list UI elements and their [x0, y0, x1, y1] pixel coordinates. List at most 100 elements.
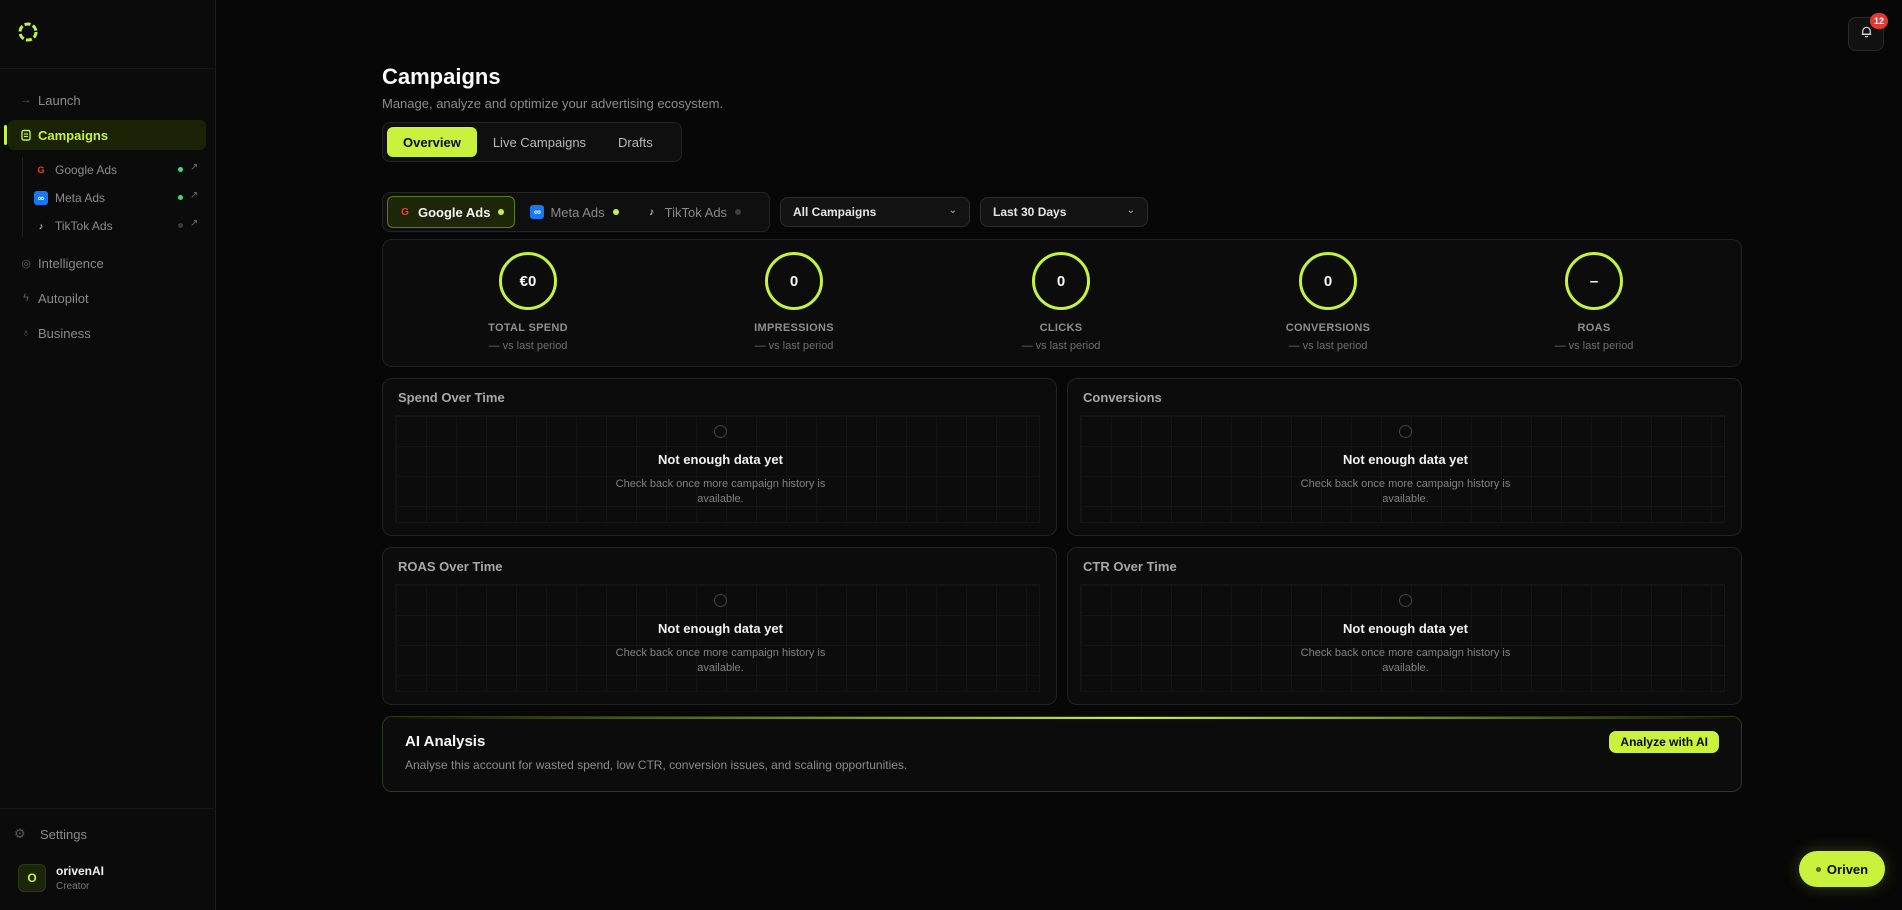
external-link-icon[interactable]: ↗ [190, 218, 198, 229]
sidebar-item-intelligence[interactable]: ◎ Intelligence [8, 248, 206, 278]
kpi-value: 0 [1299, 252, 1357, 310]
sidebar-subitem-google-ads[interactable]: G Google Ads ↗ [34, 159, 204, 181]
date-range-select-value: Last 30 Days [993, 205, 1067, 219]
chart-title: Conversions [1083, 390, 1162, 405]
kpi-value: 0 [765, 252, 823, 310]
status-dot [178, 223, 183, 228]
chart-card-conversions: Conversions Not enough data yet Check ba… [1067, 378, 1742, 536]
external-link-icon[interactable]: ↗ [190, 190, 198, 201]
meta-icon: ∞ [34, 191, 48, 205]
clock-icon [714, 594, 727, 607]
arrow-right-icon: → [20, 94, 32, 106]
clock-icon [1399, 425, 1412, 438]
sidebar-item-label: Autopilot [38, 290, 89, 306]
app-logo-icon[interactable] [16, 20, 40, 44]
bolt-icon: ϟ [23, 292, 29, 304]
sidebar-subitem-label: TikTok Ads [55, 219, 113, 233]
tab-drafts[interactable]: Drafts [602, 127, 669, 157]
sidebar-subitem-meta-ads[interactable]: ∞ Meta Ads ↗ [34, 187, 204, 209]
empty-state-title: Not enough data yet [1343, 621, 1468, 636]
sidebar-item-autopilot[interactable]: ϟ Autopilot [8, 283, 206, 313]
sidebar-subitem-tiktok-ads[interactable]: ♪ TikTok Ads ↗ [34, 215, 204, 237]
status-dot [178, 195, 183, 200]
platform-tab-tiktok-ads[interactable]: ♪ TikTok Ads [634, 196, 752, 228]
kpi-impressions: 0 IMPRESSIONS — vs last period [694, 252, 894, 352]
platform-tab-google-ads[interactable]: G Google Ads [387, 196, 516, 228]
chart-card-ctr-over-time: CTR Over Time Not enough data yet Check … [1067, 547, 1742, 705]
meta-icon: ∞ [530, 205, 545, 219]
chevron-down-icon: ⌄ [948, 205, 957, 216]
kpi-value: 0 [1032, 252, 1090, 310]
tab-live-campaigns[interactable]: Live Campaigns [477, 127, 602, 157]
google-icon: G [401, 206, 409, 218]
tiktok-icon: ♪ [38, 221, 44, 231]
analyze-with-ai-button[interactable]: Analyze with AI [1609, 731, 1719, 753]
sidebar: → Launch Campaigns G Google Ads ↗ ∞ Meta… [0, 0, 216, 910]
kpi-label: CONVERSIONS [1285, 322, 1371, 334]
campaign-select[interactable]: All Campaigns ⌄ [780, 197, 970, 227]
page-title: Campaigns [382, 64, 501, 89]
avatar: O [18, 864, 46, 892]
divider [0, 68, 216, 69]
empty-state-title: Not enough data yet [658, 452, 783, 467]
kpi-delta: — vs last period [754, 340, 834, 352]
kpi-label: ROAS [1577, 322, 1611, 334]
chart-card-spend-over-time: Spend Over Time Not enough data yet Chec… [382, 378, 1057, 536]
sidebar-subitem-label: Google Ads [55, 163, 118, 177]
tree-line [22, 157, 23, 237]
external-link-icon[interactable]: ↗ [190, 162, 198, 173]
ai-analysis-card: AI Analysis Analyse this account for was… [382, 716, 1742, 792]
status-dot [498, 209, 505, 215]
chevron-down-icon: ⌄ [1126, 205, 1135, 216]
empty-state-text: Check back once more campaign history is… [1300, 647, 1511, 674]
user-profile[interactable]: O orivenAI Creator [18, 864, 104, 892]
ai-analysis-title: AI Analysis [405, 733, 486, 750]
assistant-button-label: Oriven [1826, 861, 1869, 877]
settings-button[interactable]: ⚙ Settings [14, 826, 87, 842]
sidebar-item-launch[interactable]: → Launch [8, 85, 206, 115]
empty-state-text: Check back once more campaign history is… [1300, 478, 1511, 505]
sidebar-item-label: Intelligence [38, 255, 104, 271]
kpi-delta: — vs last period [488, 340, 568, 352]
chart-title: ROAS Over Time [398, 559, 503, 574]
platform-tab-label: Meta Ads [550, 204, 605, 220]
sidebar-item-business[interactable]: ♁ Business [8, 318, 206, 348]
gear-icon: ⚙ [14, 826, 26, 841]
clock-icon [714, 425, 727, 438]
user-name: orivenAI [56, 864, 105, 878]
status-dot [612, 209, 619, 215]
sidebar-item-campaigns[interactable]: Campaigns [4, 120, 206, 150]
kpi-label: IMPRESSIONS [754, 322, 834, 334]
kpi-label: CLICKS [1039, 322, 1083, 334]
view-tabs: Overview Live Campaigns Drafts [382, 122, 682, 162]
kpi-clicks: 0 CLICKS — vs last period [961, 252, 1161, 352]
kpi-panel: €0 TOTAL SPEND — vs last period 0 IMPRES… [382, 239, 1742, 367]
platform-tab-meta-ads[interactable]: ∞ Meta Ads [519, 196, 629, 228]
lightbulb-icon: ♁ [21, 327, 31, 339]
tab-overview[interactable]: Overview [387, 127, 477, 157]
empty-state: Not enough data yet Check back once more… [1068, 425, 1743, 507]
kpi-delta: — vs last period [1021, 340, 1101, 352]
campaign-select-value: All Campaigns [793, 205, 877, 219]
assistant-button[interactable]: Oriven [1799, 851, 1885, 887]
empty-state: Not enough data yet Check back once more… [1068, 594, 1743, 676]
kpi-conversions: 0 CONVERSIONS — vs last period [1228, 252, 1428, 352]
kpi-value: €0 [499, 252, 557, 310]
target-icon: ◎ [21, 257, 31, 270]
kpi-total-spend: €0 TOTAL SPEND — vs last period [428, 252, 628, 352]
chart-title: Spend Over Time [398, 390, 505, 405]
platform-tabs: G Google Ads ∞ Meta Ads ♪ TikTok Ads [382, 192, 770, 232]
empty-state: Not enough data yet Check back once more… [383, 425, 1058, 507]
kpi-label: TOTAL SPEND [488, 322, 568, 334]
sidebar-subitem-label: Meta Ads [55, 191, 106, 205]
kpi-delta: — vs last period [1288, 340, 1368, 352]
sidebar-item-label: Business [38, 325, 91, 341]
empty-state-text: Check back once more campaign history is… [615, 478, 826, 505]
tiktok-icon: ♪ [649, 206, 655, 218]
page-subtitle: Manage, analyze and optimize your advert… [382, 96, 724, 111]
clipboard-icon [14, 129, 38, 141]
google-icon: G [37, 165, 45, 175]
clock-icon [1399, 594, 1412, 607]
divider [0, 808, 216, 809]
date-range-select[interactable]: Last 30 Days ⌄ [980, 197, 1148, 227]
